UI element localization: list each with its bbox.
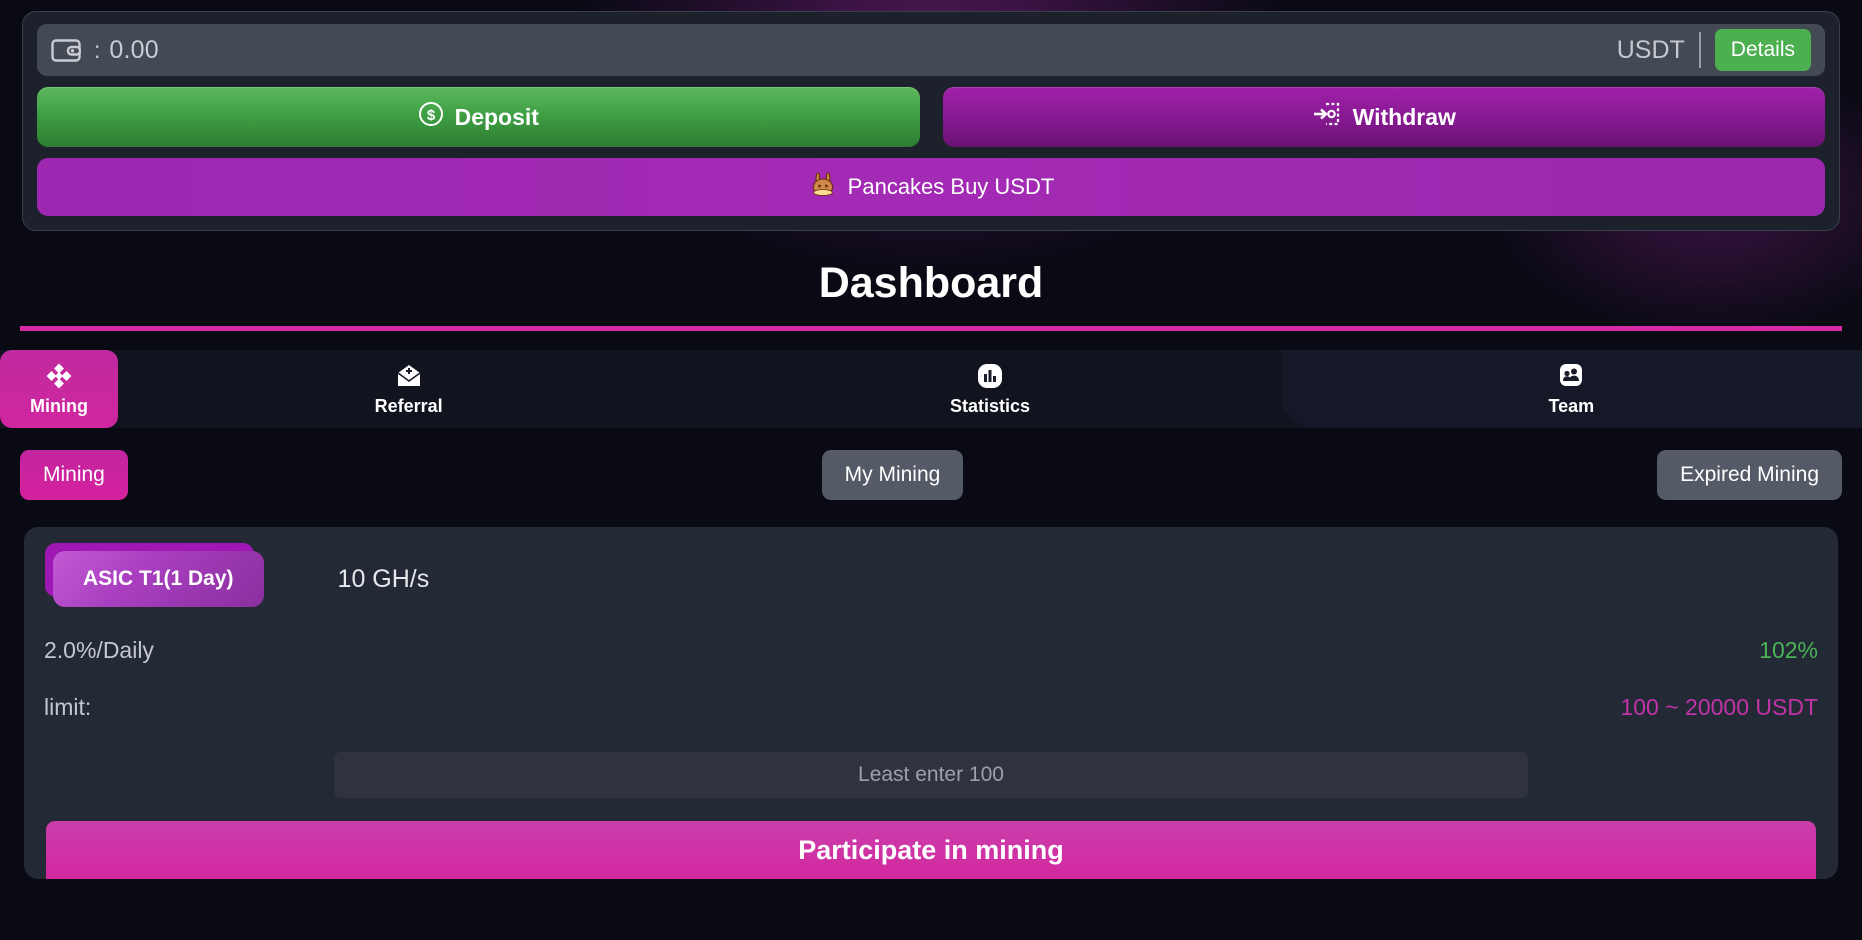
tab-team[interactable]: Team — [1280, 350, 1862, 428]
details-button[interactable]: Details — [1714, 29, 1811, 71]
amount-input[interactable] — [334, 752, 1528, 798]
pancakes-buy-button[interactable]: Pancakes Buy USDT — [37, 158, 1825, 216]
daily-rate-row: 2.0%/Daily 102% — [44, 637, 1818, 664]
tab-mining-label: Mining — [30, 396, 88, 416]
withdraw-button[interactable]: Withdraw — [942, 87, 1825, 147]
withdraw-label: Withdraw — [1352, 103, 1456, 130]
deposit-label: Deposit — [454, 103, 539, 130]
page-title: Dashboard — [818, 259, 1044, 307]
mining-card-header: ASIC T1(1 Day) 10 GH/s — [44, 551, 1818, 607]
mining-plan-card: ASIC T1(1 Day) 10 GH/s 2.0%/Daily 102% l… — [24, 527, 1838, 879]
svg-text:$: $ — [426, 107, 435, 124]
total-return-value: 102% — [1759, 637, 1818, 663]
balance-colon: : — [94, 36, 101, 63]
pancakeswap-bunny-icon — [808, 169, 838, 205]
filter-mining-button[interactable]: Mining — [20, 450, 128, 500]
app-root: : 0.00 USDT Details $ Deposit Withdraw P… — [0, 0, 1862, 940]
balance-amount: 0.00 — [109, 35, 159, 64]
people-group-icon — [1556, 361, 1586, 391]
dollar-circle-icon: $ — [418, 101, 444, 133]
participate-in-mining-button[interactable]: Participate in mining — [46, 821, 1816, 879]
action-row: $ Deposit Withdraw — [37, 87, 1825, 147]
limit-row: limit: 100 ~ 20000 USDT — [44, 694, 1818, 721]
pancakes-label: Pancakes Buy USDT — [847, 174, 1055, 199]
plan-badge[interactable]: ASIC T1(1 Day) — [53, 551, 264, 607]
balance-currency: USDT — [1616, 35, 1685, 64]
withdraw-arrow-icon — [1312, 101, 1342, 133]
wallet-panel: : 0.00 USDT Details $ Deposit Withdraw P… — [22, 11, 1840, 231]
tab-referral[interactable]: Referral — [118, 350, 699, 428]
limit-label: limit: — [44, 694, 92, 720]
binance-diamond-icon — [44, 361, 74, 391]
filter-row: Mining My Mining Expired Mining — [20, 450, 1843, 500]
envelope-plus-icon — [394, 361, 424, 391]
limit-range-value: 100 ~ 20000 USDT — [1620, 694, 1818, 720]
tab-mining[interactable]: Mining — [0, 350, 118, 428]
tab-statistics-label: Statistics — [949, 396, 1031, 416]
deposit-button[interactable]: $ Deposit — [37, 87, 920, 147]
balance-divider — [1698, 32, 1701, 68]
tab-statistics[interactable]: Statistics — [699, 350, 1280, 428]
title-underline — [20, 326, 1842, 331]
tab-team-label: Team — [1548, 396, 1595, 416]
daily-rate-value: 2.0%/Daily — [44, 637, 154, 663]
tab-referral-label: Referral — [374, 396, 443, 416]
nav-tabs: Mining Referral Statistics Team — [0, 350, 1862, 428]
wallet-icon — [49, 36, 83, 64]
filter-my-mining-button[interactable]: My Mining — [821, 450, 964, 500]
bar-chart-icon — [975, 361, 1005, 391]
balance-bar: : 0.00 USDT Details — [37, 24, 1825, 76]
filter-expired-mining-button[interactable]: Expired Mining — [1657, 450, 1843, 500]
hashrate-value: 10 GH/s — [337, 564, 430, 593]
